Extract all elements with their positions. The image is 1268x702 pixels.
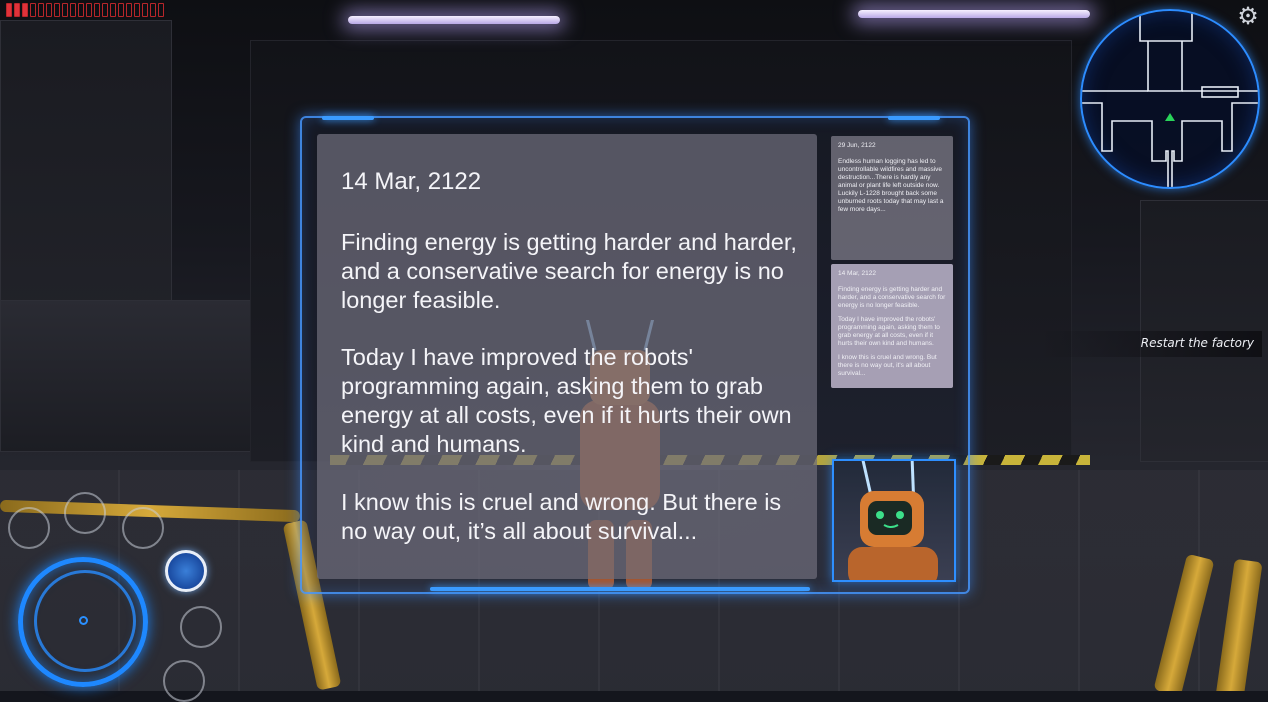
- energy-cell: [54, 3, 60, 17]
- entry-text: Finding energy is getting harder and har…: [838, 286, 946, 309]
- control-button-5[interactable]: [163, 660, 205, 702]
- ceiling-light-left: [348, 16, 560, 24]
- wall-panel-left-lower: [0, 300, 252, 452]
- control-button-2[interactable]: [64, 492, 106, 534]
- journal-paragraph-1: Finding energy is getting harder and har…: [341, 229, 797, 313]
- entry-text: I know this is cruel and wrong. But ther…: [838, 354, 937, 377]
- energy-cell: [94, 3, 100, 17]
- minimap-layout: [1082, 11, 1258, 187]
- ceiling-light-right: [858, 10, 1090, 18]
- frame-notch-bottom: [430, 587, 810, 591]
- entry-text: Today I have improved the robots' progra…: [838, 316, 940, 347]
- energy-cell: [22, 3, 28, 17]
- action-button[interactable]: [165, 550, 207, 592]
- energy-cell: [14, 3, 20, 17]
- energy-bar: [6, 3, 164, 17]
- energy-cell: [70, 3, 76, 17]
- journal-entry-item-selected[interactable]: 14 Mar, 2122 Finding energy is getting h…: [831, 264, 953, 388]
- robot-portrait: [832, 459, 956, 582]
- journal-paragraph-2: Today I have improved the robots' progra…: [341, 344, 792, 457]
- energy-cell: [118, 3, 124, 17]
- energy-cell: [150, 3, 156, 17]
- journal-paragraph-3: I know this is cruel and wrong. But ther…: [341, 489, 782, 544]
- robot-portrait-image: [848, 461, 938, 580]
- control-button-1[interactable]: [8, 507, 50, 549]
- energy-cell: [78, 3, 84, 17]
- energy-cell: [158, 3, 164, 17]
- journal-entry-item[interactable]: 29 Jun, 2122 Endless human logging has l…: [831, 136, 953, 260]
- energy-cell: [86, 3, 92, 17]
- energy-cell: [142, 3, 148, 17]
- objective-label: Restart the factory: [1140, 336, 1254, 350]
- energy-cell: [126, 3, 132, 17]
- joystick-knob[interactable]: [79, 616, 88, 625]
- energy-cell: [38, 3, 44, 17]
- frame-notch-top-right: [888, 116, 940, 120]
- energy-cell: [102, 3, 108, 17]
- control-button-3[interactable]: [122, 507, 164, 549]
- energy-cell: [46, 3, 52, 17]
- objective-banner: Restart the factory: [1040, 331, 1262, 357]
- minimap: [1080, 9, 1260, 189]
- frame-notch-top-left: [322, 116, 374, 120]
- energy-cell: [134, 3, 140, 17]
- energy-cell: [6, 3, 12, 17]
- player-marker-icon: [1165, 113, 1175, 121]
- energy-cell: [110, 3, 116, 17]
- energy-cell: [62, 3, 68, 17]
- entry-text: Endless human logging has led to uncontr…: [838, 158, 944, 213]
- energy-cell: [30, 3, 36, 17]
- journal-date: 14 Mar, 2122: [341, 168, 482, 195]
- entry-date: 14 Mar, 2122: [838, 270, 876, 277]
- entry-date: 29 Jun, 2122: [838, 142, 876, 149]
- control-button-4[interactable]: [180, 606, 222, 648]
